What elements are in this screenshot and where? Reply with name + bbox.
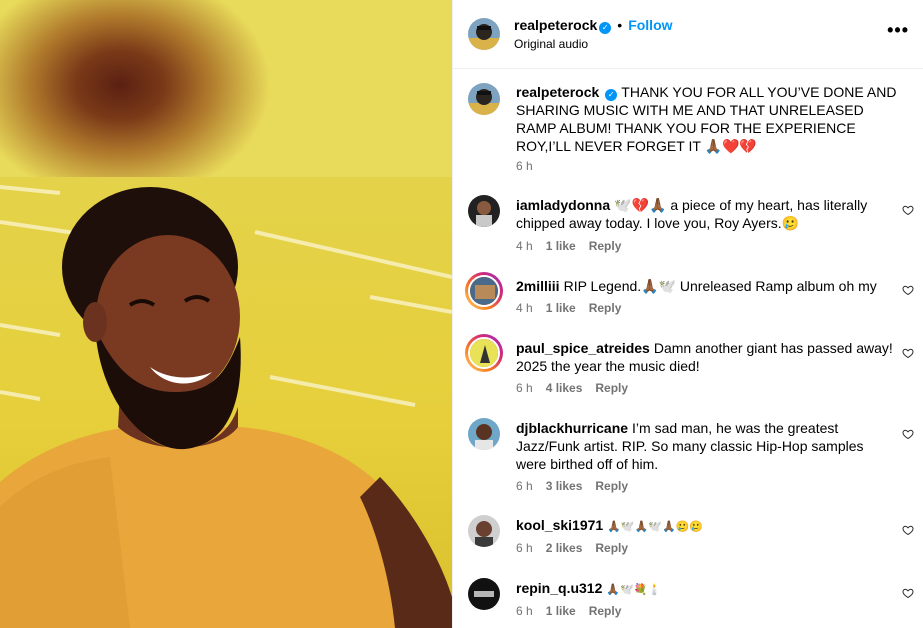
commenter-name[interactable]: paul_spice_atreides — [516, 340, 650, 356]
caption: realpeterock ✓ THANK YOU FOR ALL YOU’VE DO… — [453, 69, 923, 179]
heart-outline-icon[interactable] — [902, 347, 914, 359]
comment-text-block: 2milliii RIP Legend.🙏🏾🕊️ Unreleased Ramp … — [516, 277, 896, 295]
portrait-illustration — [0, 185, 452, 628]
comment-likes[interactable]: 4 likes — [546, 381, 583, 395]
commenter-name[interactable]: repin_q.u312 — [516, 580, 602, 596]
heart-outline-icon[interactable] — [902, 524, 914, 536]
comment-time[interactable]: 6 h — [516, 381, 533, 395]
media-blurred-top-frame — [0, 0, 452, 177]
reply-button[interactable]: Reply — [589, 239, 622, 253]
commenter-name[interactable]: djblackhurricane — [516, 420, 628, 436]
heart-outline-icon[interactable] — [902, 587, 914, 599]
comment-text: RIP Legend.🙏🏾🕊️ Unreleased Ramp album oh… — [563, 278, 877, 294]
comment-likes[interactable]: 1 like — [546, 239, 576, 253]
reply-button[interactable]: Reply — [595, 541, 628, 555]
reply-button[interactable]: Reply — [595, 381, 628, 395]
comment-time[interactable]: 6 h — [516, 604, 533, 618]
separator-dot: • — [617, 17, 623, 33]
reply-button[interactable]: Reply — [589, 301, 622, 315]
caption-text-block: realpeterock ✓ THANK YOU FOR ALL YOU’VE DO… — [516, 83, 901, 155]
caption-meta: 6 h — [516, 159, 546, 173]
comment-meta: 6 h 3 likes Reply — [516, 479, 641, 493]
caption-author-name[interactable]: realpeterock — [516, 84, 599, 100]
media-photo-frame — [0, 177, 452, 628]
comments-panel: realpeterock ✓ • Follow Original audio ••• … — [452, 0, 923, 628]
comment-text-block: djblackhurricane I’m sad man, he was the … — [516, 419, 896, 473]
comment-item: kool_ski1971 🙏🏾🕊️🙏🏾🕊️🙏🏾🥲🥲 6 h 2 likes Reply — [453, 515, 923, 565]
commenter-avatar[interactable] — [465, 272, 503, 310]
comment-meta: 6 h 1 like Reply — [516, 604, 634, 618]
comment-likes[interactable]: 3 likes — [546, 479, 583, 493]
post-media[interactable] — [0, 0, 452, 628]
commenter-avatar[interactable] — [465, 334, 503, 372]
comment-text: 🙏🏾🕊️🙏🏾🕊️🙏🏾🥲🥲 — [607, 520, 704, 533]
comment-text: 🙏🏾🕊️💐🕯️ — [606, 583, 662, 596]
heart-outline-icon[interactable] — [902, 428, 914, 440]
author-avatar[interactable] — [468, 18, 500, 50]
comment-text-block: iamladydonna 🕊️💔🙏🏾 a piece of my heart, h… — [516, 196, 896, 232]
comment-meta: 6 h 2 likes Reply — [516, 541, 641, 555]
comment-time[interactable]: 4 h — [516, 239, 533, 253]
post-author-row: realpeterock ✓ • Follow — [514, 17, 673, 35]
verified-badge-icon: ✓ — [605, 89, 618, 101]
comment-item: iamladydonna 🕊️💔🙏🏾 a piece of my heart, h… — [453, 195, 923, 261]
audio-label[interactable]: Original audio — [514, 37, 588, 51]
caption-time[interactable]: 6 h — [516, 159, 533, 173]
comment-item: djblackhurricane I’m sad man, he was the … — [453, 418, 923, 498]
caption-author-avatar[interactable] — [468, 83, 500, 115]
verified-badge-icon: ✓ — [599, 22, 612, 34]
comment-likes[interactable]: 1 like — [546, 301, 576, 315]
reply-button[interactable]: Reply — [589, 604, 622, 618]
comment-likes[interactable]: 2 likes — [546, 541, 583, 555]
comment-item: 2milliii RIP Legend.🙏🏾🕊️ Unreleased Ramp … — [453, 272, 923, 322]
comment-meta: 4 h 1 like Reply — [516, 301, 634, 315]
comment-text-block: kool_ski1971 🙏🏾🕊️🙏🏾🕊️🙏🏾🥲🥲 — [516, 516, 896, 536]
more-options-icon[interactable]: ••• — [887, 21, 909, 39]
comment-item: paul_spice_atreides Damn another giant ha… — [453, 334, 923, 400]
commenter-avatar[interactable] — [468, 195, 500, 227]
post-author-name[interactable]: realpeterock — [514, 17, 597, 33]
comment-text-block: paul_spice_atreides Damn another giant ha… — [516, 339, 896, 375]
post-header: realpeterock ✓ • Follow Original audio ••• — [453, 0, 923, 69]
heart-outline-icon[interactable] — [902, 284, 914, 296]
commenter-avatar[interactable] — [468, 418, 500, 450]
commenter-avatar[interactable] — [468, 578, 500, 610]
comment-time[interactable]: 6 h — [516, 541, 533, 555]
reply-button[interactable]: Reply — [595, 479, 628, 493]
comment-meta: 4 h 1 like Reply — [516, 239, 634, 253]
commenter-name[interactable]: kool_ski1971 — [516, 517, 603, 533]
commenter-name[interactable]: 2milliii — [516, 278, 560, 294]
follow-button[interactable]: Follow — [628, 17, 672, 33]
comment-likes[interactable]: 1 like — [546, 604, 576, 618]
heart-outline-icon[interactable] — [902, 204, 914, 216]
comment-time[interactable]: 6 h — [516, 479, 533, 493]
commenter-name[interactable]: iamladydonna — [516, 197, 610, 213]
comment-text-block: repin_q.u312 🙏🏾🕊️💐🕯️ — [516, 579, 896, 599]
commenter-avatar[interactable] — [468, 515, 500, 547]
comment-time[interactable]: 4 h — [516, 301, 533, 315]
comment-meta: 6 h 4 likes Reply — [516, 381, 641, 395]
comment-item: repin_q.u312 🙏🏾🕊️💐🕯️ 6 h 1 like Reply — [453, 578, 923, 628]
